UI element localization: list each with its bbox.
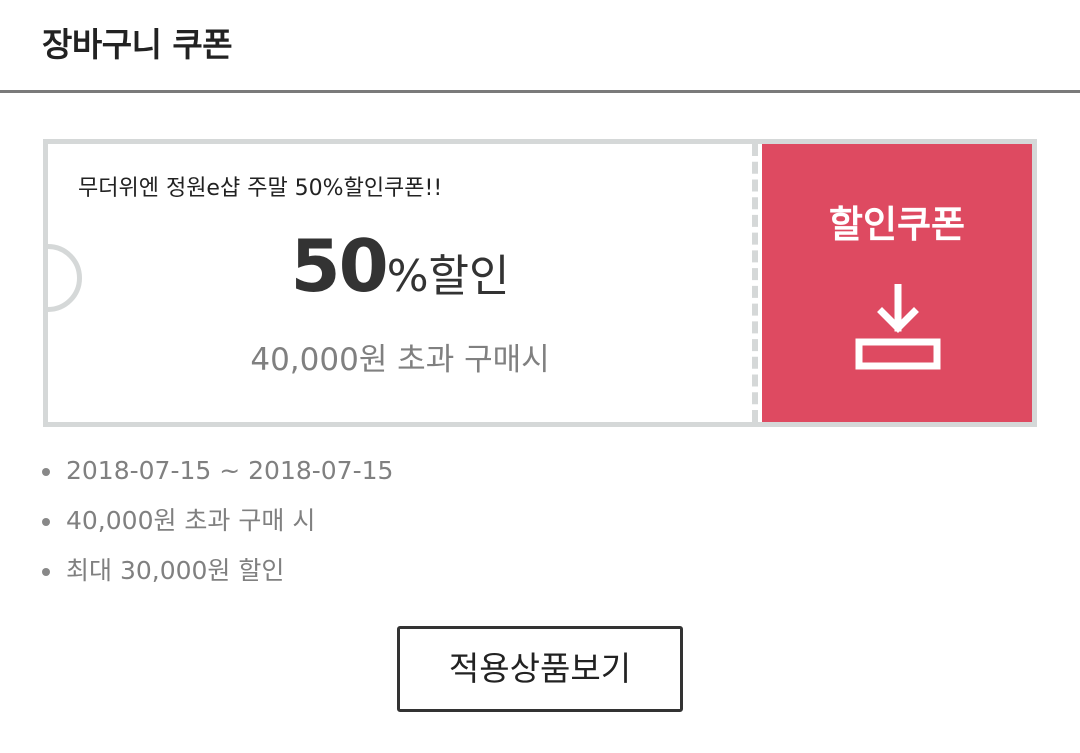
view-applicable-products-button[interactable]: 적용상품보기	[397, 626, 683, 712]
coupon-minimum-purchase: 40,000원 초과 구매 시	[66, 506, 316, 535]
coupon-card: 무더위엔 정원e샵 주말 50%할인쿠폰!! 50%할인 40,000원 초과 …	[43, 139, 1037, 427]
coupon-condition: 40,000원 초과 구매시	[250, 342, 550, 378]
coupon-download-button[interactable]: 할인쿠폰	[762, 144, 1032, 422]
coupon-name: 무더위엔 정원e샵 주말 50%할인쿠폰!!	[78, 176, 443, 201]
coupon-discount: 50%할인	[48, 224, 752, 308]
coupon-divider	[752, 144, 758, 422]
page-title: 장바구니 쿠폰	[42, 25, 233, 64]
bullet-icon	[42, 518, 50, 526]
discount-unit: %할인	[386, 251, 510, 302]
discount-value: 50	[290, 224, 389, 308]
list-item: 최대 30,000원 할인	[40, 552, 393, 602]
coupon-download-label: 할인쿠폰	[828, 203, 966, 246]
download-icon	[855, 284, 941, 370]
list-item: 2018-07-15 ~ 2018-07-15	[40, 452, 393, 502]
bullet-icon	[42, 468, 50, 476]
page-header: 장바구니 쿠폰	[0, 0, 1080, 93]
coupon-period: 2018-07-15 ~ 2018-07-15	[66, 456, 394, 485]
coupon-max-discount: 최대 30,000원 할인	[66, 556, 285, 585]
list-item: 40,000원 초과 구매 시	[40, 502, 393, 552]
bullet-icon	[42, 568, 50, 576]
coupon-body: 무더위엔 정원e샵 주말 50%할인쿠폰!! 50%할인 40,000원 초과 …	[48, 144, 752, 422]
coupon-details-list: 2018-07-15 ~ 2018-07-15 40,000원 초과 구매 시 …	[40, 452, 393, 602]
